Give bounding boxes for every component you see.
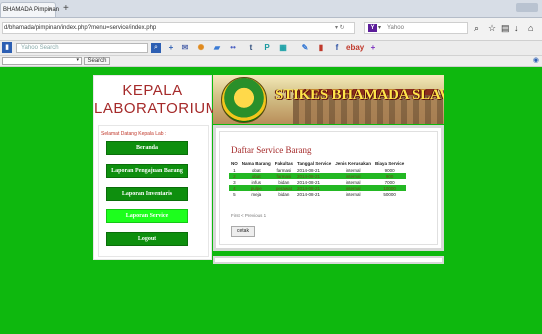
- subbar-settings-icon[interactable]: ◉: [533, 56, 539, 64]
- new-tab-button[interactable]: +: [63, 2, 69, 15]
- home-icon[interactable]: ⌂: [528, 22, 533, 34]
- toolbar-search-go-icon[interactable]: ⌕: [151, 43, 161, 53]
- stikes-logo: [221, 77, 267, 123]
- sidebar-panel: KEPALA LABORATORIUM Selamat Datang Kepal…: [93, 75, 219, 260]
- content-panel: Daftar Service Barang NO Nama Barang Fak…: [219, 131, 438, 245]
- table-row: 5 meja bidan 2014-08-21 internal 50000: [229, 191, 406, 197]
- footer-panel: [213, 256, 444, 264]
- main-content: Daftar Service Barang NO Nama Barang Fak…: [213, 125, 444, 251]
- pagination[interactable]: First < Previous 1: [231, 213, 266, 218]
- ebay-icon[interactable]: ebay: [346, 42, 364, 53]
- browser-search-input[interactable]: Y ▾ Yahoo: [364, 22, 468, 34]
- table-cell: 2014-08-21: [297, 191, 321, 197]
- column-header: NO: [231, 161, 238, 166]
- weather-icon[interactable]: ✺: [196, 42, 206, 53]
- search-icon[interactable]: ⌕: [474, 22, 479, 34]
- bookmark-star-icon[interactable]: ☆: [488, 22, 496, 34]
- address-bar[interactable]: d/bhamada/pimpinan/index.php?menu=servic…: [2, 22, 357, 34]
- browser-tab[interactable]: BHAMADA Pimpinan ×: [0, 2, 59, 17]
- menu-laporan-inventaris-button[interactable]: Laporan Inventaris: [106, 187, 188, 201]
- column-header: Tanggal Service: [297, 161, 332, 166]
- yahoo-icon: Y: [368, 24, 377, 32]
- column-header: Jenis Kerusakan: [335, 161, 371, 166]
- sidebar-title: KEPALA LABORATORIUM: [94, 82, 219, 118]
- library-icon[interactable]: ▤: [501, 22, 510, 34]
- tumblr-icon[interactable]: t: [246, 42, 256, 53]
- plus-icon[interactable]: +: [166, 42, 176, 53]
- browser-tab-bar: BHAMADA Pimpinan × +: [0, 0, 542, 18]
- banner-title: STIKES BHAMADA SLAWI: [275, 87, 444, 103]
- menu-laporan-pengajuan-button[interactable]: Laporan Pengajuan Barang: [106, 164, 188, 178]
- mail-icon[interactable]: ✉: [180, 42, 190, 53]
- subbar-search-button[interactable]: Search: [84, 57, 110, 65]
- table-cell: 5: [233, 191, 236, 197]
- chevron-down-icon: ▾: [76, 57, 79, 63]
- dropdown-caret-icon: ▾: [378, 25, 382, 31]
- tools-icon[interactable]: ✎: [300, 42, 310, 53]
- search-subbar: ▾ Search ◉: [0, 56, 542, 67]
- bookmarks-toolbar: ▮ Yahoo Search ⌕ + ✉ ✺ ▰ •• t P ▦ ✎ ▮ f …: [0, 41, 542, 56]
- welcome-text: Selamat Datang Kepala Lab :: [101, 131, 167, 137]
- facebook-icon[interactable]: f: [332, 42, 342, 53]
- table-cell: 50000: [383, 191, 396, 197]
- toolbar-logo-icon[interactable]: ▮: [2, 42, 12, 53]
- menu-logout-button[interactable]: Logout: [106, 232, 188, 246]
- calendar-icon[interactable]: ▦: [278, 42, 288, 53]
- toolbar-search-placeholder: Yahoo Search: [21, 45, 59, 51]
- download-icon[interactable]: ↓: [514, 22, 519, 34]
- table-cell: bidan: [278, 191, 290, 197]
- window-controls[interactable]: [516, 3, 538, 12]
- table-cell: internal: [345, 191, 361, 197]
- browser-search-placeholder: Yahoo: [387, 25, 404, 31]
- column-header: Fakultas: [274, 161, 294, 166]
- sidebar-menu-box: Selamat Datang Kepala Lab : Beranda Lapo…: [98, 125, 209, 257]
- table-cell: meja: [251, 191, 262, 197]
- table-header-row: NO Nama Barang Fakultas Tanggal Service …: [229, 160, 406, 167]
- print-button[interactable]: cetak: [231, 226, 255, 237]
- browser-nav-bar: d/bhamada/pimpinan/index.php?menu=servic…: [0, 18, 542, 41]
- flickr-icon[interactable]: ••: [228, 42, 238, 53]
- reload-icon[interactable]: ▾ ↻: [335, 22, 345, 34]
- search-scope-select[interactable]: ▾: [2, 57, 82, 65]
- news-icon[interactable]: ▰: [212, 42, 222, 53]
- sidebar-title-line1: KEPALA: [122, 82, 183, 99]
- column-header: Nama Barang: [241, 161, 271, 166]
- column-header: Biaya Service: [375, 161, 405, 166]
- menu-beranda-button[interactable]: Beranda: [106, 141, 188, 155]
- bookmark-icon[interactable]: ▮: [316, 42, 326, 53]
- add-icon[interactable]: +: [368, 42, 378, 53]
- service-table: NO Nama Barang Fakultas Tanggal Service …: [229, 160, 407, 197]
- tab-close-icon[interactable]: ×: [48, 3, 52, 17]
- menu-laporan-service-button[interactable]: Laporan Service: [106, 209, 188, 223]
- sidebar-title-line2: LABORATORIUM: [94, 100, 219, 117]
- header-banner: STIKES BHAMADA SLAWI: [213, 75, 444, 124]
- url-text: d/bhamada/pimpinan/index.php?menu=servic…: [4, 25, 157, 31]
- page-title: Daftar Service Barang: [231, 145, 312, 155]
- pinterest-icon[interactable]: P: [262, 42, 272, 53]
- table-cell: perawat: [272, 185, 296, 191]
- toolbar-search-input[interactable]: Yahoo Search: [16, 43, 148, 53]
